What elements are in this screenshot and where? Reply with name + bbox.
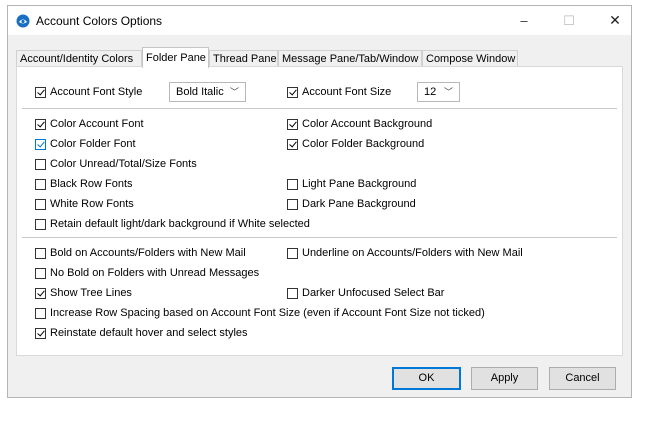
tab-message-pane[interactable]: Message Pane/Tab/Window: [278, 50, 422, 67]
color-folder-font-checkbox[interactable]: Color Folder Font: [35, 136, 136, 152]
maximize-button[interactable]: ☐: [551, 6, 587, 35]
color-folder-background-label: Color Folder Background: [302, 138, 425, 150]
title-bar: Account Colors Options – ☐ ✕: [8, 6, 631, 35]
checkbox-box: [287, 138, 298, 150]
account-font-style-select[interactable]: Bold Italic ﹀: [169, 82, 246, 102]
retain-default-background-label: Retain default light/dark background if …: [50, 218, 310, 230]
reinstate-hover-checkbox[interactable]: Reinstate default hover and select style…: [35, 325, 248, 341]
checkbox-box: [35, 267, 46, 279]
ok-button[interactable]: OK: [392, 367, 461, 390]
checkbox-box: [35, 138, 46, 150]
checkbox-box: [35, 158, 46, 170]
checkbox-box: [35, 307, 46, 319]
checkbox-box: [287, 247, 298, 259]
checkbox-box: [287, 178, 298, 190]
folder-pane-panel: Account Font Style Bold Italic ﹀ Account…: [16, 66, 623, 356]
bold-new-mail-label: Bold on Accounts/Folders with New Mail: [50, 247, 246, 259]
underline-new-mail-checkbox[interactable]: Underline on Accounts/Folders with New M…: [287, 245, 523, 261]
section-divider: [22, 108, 617, 109]
chevron-down-icon: ﹀: [443, 87, 453, 97]
account-colors-dialog: Account Colors Options – ☐ ✕ Account/Ide…: [7, 5, 632, 398]
checkbox-box: [287, 287, 298, 299]
white-row-fonts-checkbox[interactable]: White Row Fonts: [35, 196, 134, 212]
dark-pane-background-label: Dark Pane Background: [302, 198, 416, 210]
color-account-font-label: Color Account Font: [50, 118, 144, 130]
color-unread-fonts-checkbox[interactable]: Color Unread/Total/Size Fonts: [35, 156, 197, 172]
tab-account-identity-colors[interactable]: Account/Identity Colors: [16, 50, 142, 67]
color-account-font-checkbox[interactable]: Color Account Font: [35, 116, 144, 132]
no-bold-unread-checkbox[interactable]: No Bold on Folders with Unread Messages: [35, 265, 259, 281]
checkbox-box: [287, 198, 298, 210]
checkbox-box: [287, 86, 298, 98]
bold-new-mail-checkbox[interactable]: Bold on Accounts/Folders with New Mail: [35, 245, 246, 261]
light-pane-background-checkbox[interactable]: Light Pane Background: [287, 176, 416, 192]
retain-default-background-checkbox[interactable]: Retain default light/dark background if …: [35, 216, 310, 232]
dark-pane-background-checkbox[interactable]: Dark Pane Background: [287, 196, 416, 212]
checkbox-box: [35, 178, 46, 190]
darker-unfocused-label: Darker Unfocused Select Bar: [302, 287, 445, 299]
account-font-style-label: Account Font Style: [50, 86, 143, 98]
increase-row-spacing-label: Increase Row Spacing based on Account Fo…: [50, 307, 485, 319]
color-account-background-label: Color Account Background: [302, 118, 433, 130]
black-row-fonts-checkbox[interactable]: Black Row Fonts: [35, 176, 133, 192]
show-tree-lines-label: Show Tree Lines: [50, 287, 132, 299]
account-font-size-label: Account Font Size: [302, 86, 392, 98]
tab-folder-pane[interactable]: Folder Pane: [142, 47, 209, 68]
thunderbird-icon: [16, 14, 30, 28]
chevron-down-icon: ﹀: [229, 87, 239, 97]
light-pane-background-label: Light Pane Background: [302, 178, 417, 190]
color-folder-background-checkbox[interactable]: Color Folder Background: [287, 136, 424, 152]
tab-compose-window[interactable]: Compose Window: [422, 50, 518, 67]
color-folder-font-label: Color Folder Font: [50, 138, 136, 150]
apply-button[interactable]: Apply: [471, 367, 538, 390]
no-bold-unread-label: No Bold on Folders with Unread Messages: [50, 267, 260, 279]
reinstate-hover-label: Reinstate default hover and select style…: [50, 327, 248, 339]
minimize-button[interactable]: –: [506, 6, 542, 35]
checkbox-box: [35, 287, 46, 299]
underline-new-mail-label: Underline on Accounts/Folders with New M…: [302, 247, 523, 259]
checkbox-box: [35, 247, 46, 259]
checkbox-box: [35, 86, 46, 98]
window-title: Account Colors Options: [36, 14, 163, 28]
increase-row-spacing-checkbox[interactable]: Increase Row Spacing based on Account Fo…: [35, 305, 485, 321]
checkbox-box: [35, 198, 46, 210]
checkbox-box: [287, 118, 298, 130]
tab-thread-pane[interactable]: Thread Pane: [209, 50, 278, 67]
account-font-size-select[interactable]: 12 ﹀: [417, 82, 460, 102]
section-divider: [22, 237, 617, 238]
account-font-size-checkbox[interactable]: Account Font Size: [287, 84, 391, 100]
font-style-value: Bold Italic: [176, 86, 224, 98]
darker-unfocused-checkbox[interactable]: Darker Unfocused Select Bar: [287, 285, 444, 301]
white-row-fonts-label: White Row Fonts: [50, 198, 134, 210]
checkbox-box: [35, 327, 46, 339]
checkbox-box: [35, 118, 46, 130]
black-row-fonts-label: Black Row Fonts: [50, 178, 133, 190]
show-tree-lines-checkbox[interactable]: Show Tree Lines: [35, 285, 132, 301]
color-unread-fonts-label: Color Unread/Total/Size Fonts: [50, 158, 197, 170]
cancel-button[interactable]: Cancel: [549, 367, 616, 390]
checkbox-box: [35, 218, 46, 230]
account-font-style-checkbox[interactable]: Account Font Style: [35, 84, 142, 100]
font-size-value: 12: [424, 86, 437, 98]
close-button[interactable]: ✕: [597, 6, 633, 35]
color-account-background-checkbox[interactable]: Color Account Background: [287, 116, 432, 132]
